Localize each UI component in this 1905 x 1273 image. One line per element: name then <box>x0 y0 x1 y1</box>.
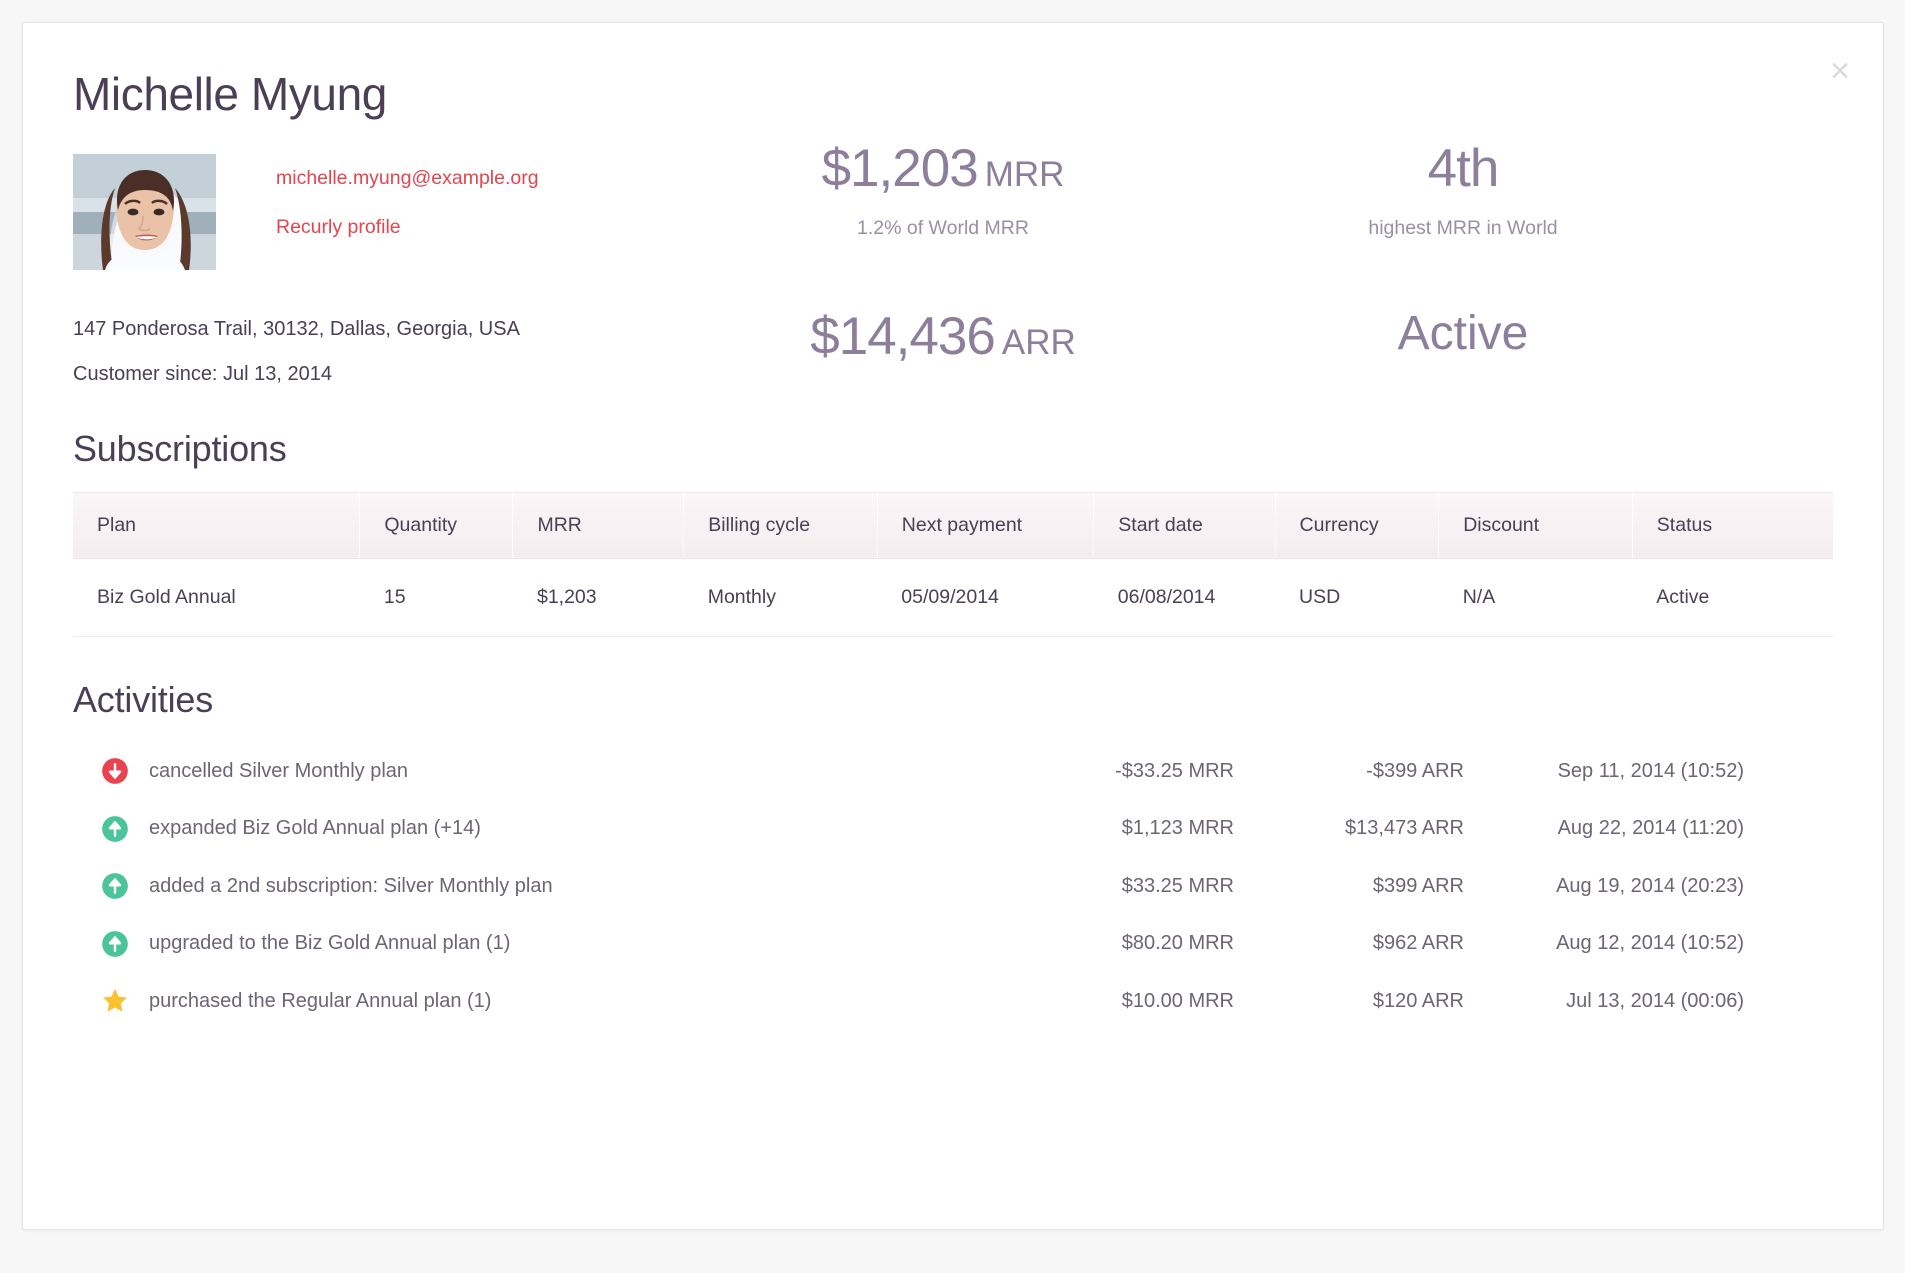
status-wrap: Active <box>1203 310 1723 358</box>
address-text: 147 Ponderosa Trail, 30132, Dallas, Geor… <box>73 318 693 341</box>
arr-unit: ARR <box>1002 323 1076 362</box>
activity-date: Jul 13, 2014 (00:06) <box>1464 990 1744 1013</box>
activities-section: Activities cancelled Silver Monthly plan… <box>73 679 1833 1031</box>
activity-row: added a 2nd subscription: Silver Monthly… <box>73 858 1833 916</box>
activity-arr: $13,473 ARR <box>1234 817 1464 840</box>
mrr-value: $1,203 <box>822 139 978 198</box>
column-header-quantity[interactable]: Quantity <box>360 492 513 558</box>
column-header-mrr[interactable]: MRR <box>513 492 684 558</box>
arr-stat: $14,436ARR <box>683 310 1203 363</box>
cell-discount: N/A <box>1439 558 1633 636</box>
cell-plan: Biz Gold Annual <box>73 558 360 636</box>
customer-summary: michelle.myung@example.org Recurly profi… <box>73 154 1833 384</box>
identity-links: michelle.myung@example.org Recurly profi… <box>276 154 539 239</box>
activity-label: expanded Biz Gold Annual plan (+14) <box>149 817 984 840</box>
activity-date: Aug 19, 2014 (20:23) <box>1464 875 1744 898</box>
arr-value: $14,436 <box>810 307 995 366</box>
identity-block: michelle.myung@example.org Recurly profi… <box>73 154 693 386</box>
down-arrow-circle-icon <box>101 757 149 785</box>
subscriptions-table: Plan Quantity MRR Billing cycle Next pay… <box>73 492 1833 637</box>
activity-label: added a 2nd subscription: Silver Monthly… <box>149 875 984 898</box>
cell-mrr: $1,203 <box>513 558 684 636</box>
close-icon[interactable]: × <box>1819 51 1861 93</box>
column-header-start-date[interactable]: Start date <box>1094 492 1275 558</box>
activity-arr: -$399 ARR <box>1234 760 1464 783</box>
avatar-row: michelle.myung@example.org Recurly profi… <box>73 154 693 270</box>
table-header-row: Plan Quantity MRR Billing cycle Next pay… <box>73 492 1833 558</box>
cell-start-date: 06/08/2014 <box>1094 558 1275 636</box>
customer-since-text: Customer since: Jul 13, 2014 <box>73 363 693 386</box>
activities-list: cancelled Silver Monthly plan-$33.25 MRR… <box>73 743 1833 1031</box>
activity-row: upgraded to the Biz Gold Annual plan (1)… <box>73 915 1833 973</box>
subscriptions-title: Subscriptions <box>73 428 1833 470</box>
activity-label: cancelled Silver Monthly plan <box>149 760 984 783</box>
modal-body: Michelle Myung <box>23 23 1883 1030</box>
cell-currency: USD <box>1275 558 1439 636</box>
table-row[interactable]: Biz Gold Annual 15 $1,203 Monthly 05/09/… <box>73 558 1833 636</box>
activity-label: purchased the Regular Annual plan (1) <box>149 990 984 1013</box>
up-arrow-circle-icon <box>101 872 149 900</box>
activity-mrr: $33.25 MRR <box>984 875 1234 898</box>
recurly-profile-link[interactable]: Recurly profile <box>276 217 539 238</box>
activity-mrr: -$33.25 MRR <box>984 760 1234 783</box>
rank-caption: highest MRR in World <box>1203 217 1723 240</box>
activity-arr: $962 ARR <box>1234 932 1464 955</box>
cell-next-payment: 05/09/2014 <box>877 558 1093 636</box>
mrr-stat: $1,203MRR <box>683 142 1203 195</box>
mrr-unit: MRR <box>985 155 1065 194</box>
rank-value: 4th <box>1428 139 1499 198</box>
rank-stat: 4th <box>1203 142 1723 195</box>
up-arrow-circle-icon <box>101 930 149 958</box>
page-title: Michelle Myung <box>73 69 1833 120</box>
subscriptions-section: Subscriptions Plan Quantity MRR Billing … <box>73 428 1833 637</box>
column-header-next-payment[interactable]: Next payment <box>877 492 1093 558</box>
activity-row: purchased the Regular Annual plan (1)$10… <box>73 973 1833 1031</box>
column-header-plan[interactable]: Plan <box>73 492 360 558</box>
rank-metrics: 4th highest MRR in World Active <box>1203 142 1723 358</box>
status-badge: Active <box>1398 307 1529 360</box>
column-header-currency[interactable]: Currency <box>1275 492 1439 558</box>
address-block: 147 Ponderosa Trail, 30132, Dallas, Geor… <box>73 318 693 386</box>
activity-row: expanded Biz Gold Annual plan (+14)$1,12… <box>73 800 1833 858</box>
column-header-discount[interactable]: Discount <box>1439 492 1633 558</box>
email-link[interactable]: michelle.myung@example.org <box>276 168 539 189</box>
activity-date: Aug 22, 2014 (11:20) <box>1464 817 1744 840</box>
customer-detail-modal: × Michelle Myung <box>22 22 1884 1230</box>
activity-mrr: $1,123 MRR <box>984 817 1234 840</box>
column-header-billing-cycle[interactable]: Billing cycle <box>684 492 878 558</box>
mrr-caption: 1.2% of World MRR <box>683 217 1203 240</box>
revenue-metrics: $1,203MRR 1.2% of World MRR $14,436ARR <box>683 142 1203 363</box>
cell-status: Active <box>1632 558 1833 636</box>
activity-mrr: $80.20 MRR <box>984 932 1234 955</box>
star-icon <box>101 987 149 1015</box>
activity-row: cancelled Silver Monthly plan-$33.25 MRR… <box>73 743 1833 801</box>
activity-label: upgraded to the Biz Gold Annual plan (1) <box>149 932 984 955</box>
activity-arr: $399 ARR <box>1234 875 1464 898</box>
cell-billing-cycle: Monthly <box>684 558 878 636</box>
activity-date: Aug 12, 2014 (10:52) <box>1464 932 1744 955</box>
activity-mrr: $10.00 MRR <box>984 990 1234 1013</box>
activity-date: Sep 11, 2014 (10:52) <box>1464 760 1744 783</box>
up-arrow-circle-icon <box>101 815 149 843</box>
activities-title: Activities <box>73 679 1833 721</box>
cell-quantity: 15 <box>360 558 513 636</box>
avatar <box>73 154 216 270</box>
activity-arr: $120 ARR <box>1234 990 1464 1013</box>
column-header-status[interactable]: Status <box>1632 492 1833 558</box>
